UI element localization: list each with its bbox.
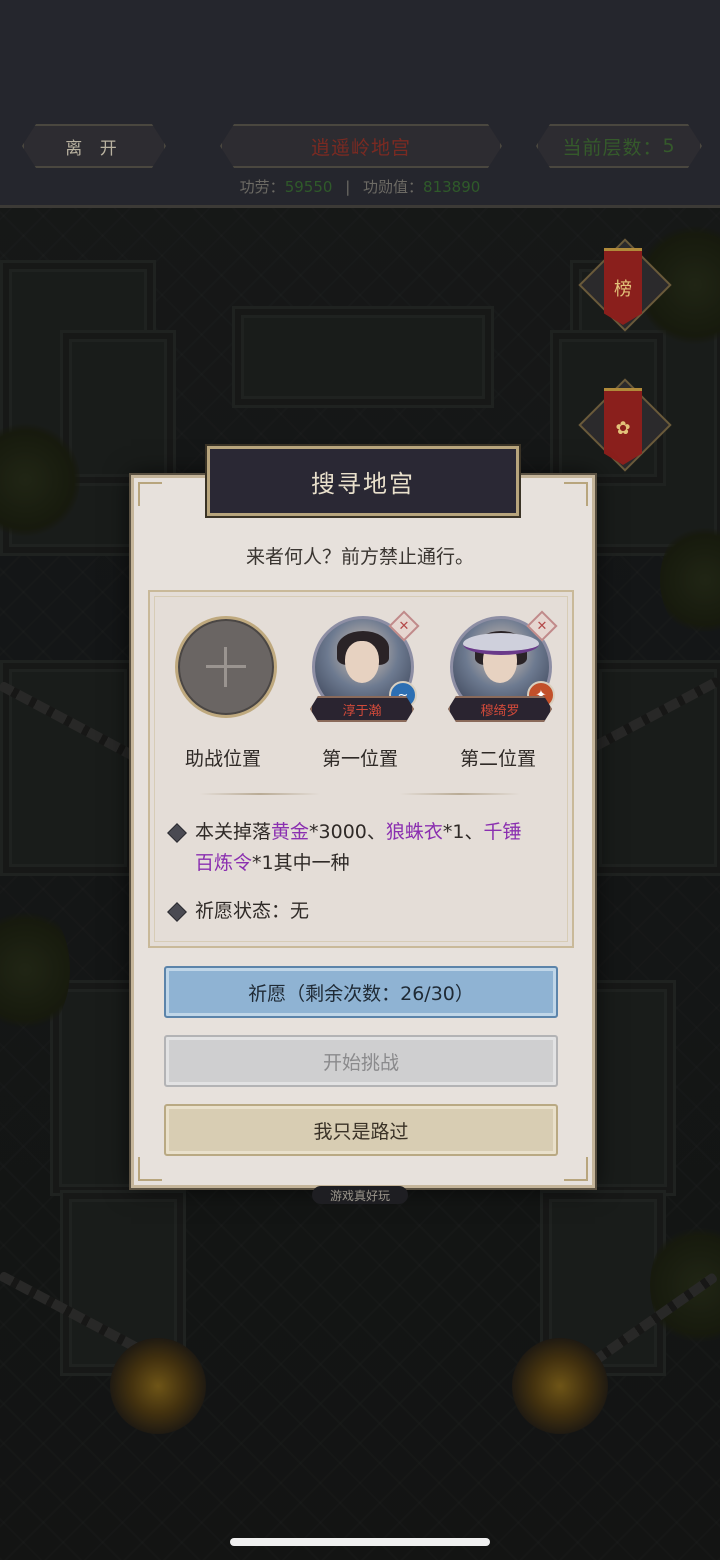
dialog-title: 搜寻地宫 [207, 446, 519, 516]
pass-button-label: 我只是路过 [313, 1120, 409, 1143]
drop-qty-token: *1 [252, 852, 274, 874]
honor-label: 功勋值： [363, 178, 424, 196]
lotus-banner-button[interactable]: ✿ [578, 378, 672, 472]
hero-hat [463, 633, 539, 655]
start-button-label: 开始挑战 [322, 1051, 399, 1074]
wish-button-label: 祈愿（剩余次数：26/30） [248, 982, 474, 1005]
drop-sep: 、 [366, 821, 386, 843]
drop-qty-armor: *1 [442, 821, 465, 843]
lotus-banner-icon: ✿ [604, 388, 642, 465]
wish-status-label: 祈愿状态： [195, 900, 291, 922]
ranking-button[interactable]: 榜 [578, 238, 672, 332]
stats-line: 功劳：59550 | 功勋值：813890 [0, 176, 720, 197]
second-slot-name: 穆绮罗 [448, 696, 552, 722]
dungeon-name: 逍遥岭地宫 [310, 136, 411, 159]
footer-tip: 游戏真好玩 [312, 1186, 408, 1204]
drop-item-token-a: 千锤 [483, 821, 522, 843]
leave-label: 离 开 [65, 138, 123, 159]
corner-ornament [564, 1157, 588, 1181]
plus-icon-vertical [224, 647, 227, 687]
wish-status: 祈愿状态：无 [195, 896, 309, 927]
floor-value: 5 [662, 135, 676, 157]
wish-button[interactable]: 祈愿（剩余次数：26/30） [164, 966, 558, 1018]
dialog-intro: 来者何人？前方禁止通行。 [245, 546, 474, 568]
merit-label: 功劳： [239, 178, 285, 196]
drop-item-token-b: 百炼令 [195, 852, 253, 874]
drop-suffix: 其中一种 [273, 852, 350, 874]
floor-indicator: 当前层数： 5 [536, 124, 702, 168]
home-indicator[interactable] [230, 1538, 490, 1546]
leave-button[interactable]: 离 开 [22, 124, 166, 168]
divider-ornament [200, 793, 320, 795]
merit-value: 59550 [284, 178, 333, 196]
first-hero-name: 淳于瀚 [342, 703, 382, 719]
divider-ornament [400, 793, 520, 795]
first-slot-name: 淳于瀚 [310, 696, 414, 722]
corner-ornament [138, 1157, 162, 1181]
first-slot-label: 第一位置 [321, 748, 398, 770]
stats-separator: | [345, 178, 351, 196]
hero-avatar [345, 641, 379, 683]
dialog-title-text: 搜寻地宫 [311, 469, 415, 498]
floor-label: 当前层数： [562, 136, 663, 159]
corner-ornament [138, 482, 162, 506]
drop-qty-gold: *3000 [309, 821, 367, 843]
corner-ornament [564, 482, 588, 506]
drop-item-gold: 黄金 [271, 821, 310, 843]
support-slot[interactable] [175, 616, 277, 718]
drop-info: 本关掉落黄金*3000、狼蛛衣*1、千锤 百炼令*1其中一种 [195, 817, 555, 879]
dungeon-title: 逍遥岭地宫 [220, 124, 502, 168]
ranking-label: 榜 [614, 279, 632, 300]
second-hero-name: 穆绮罗 [480, 703, 520, 719]
just-passing-button[interactable]: 我只是路过 [164, 1104, 558, 1156]
second-slot-label: 第二位置 [459, 748, 536, 770]
ranking-banner-icon: 榜 [604, 248, 642, 325]
start-challenge-button[interactable]: 开始挑战 [164, 1035, 558, 1087]
drop-sep: 、 [464, 821, 484, 843]
support-slot-label: 助战位置 [184, 748, 261, 770]
wish-status-value: 无 [290, 900, 310, 922]
honor-value: 813890 [423, 178, 481, 196]
drop-prefix: 本关掉落 [195, 821, 272, 843]
drop-item-armor: 狼蛛衣 [385, 821, 443, 843]
